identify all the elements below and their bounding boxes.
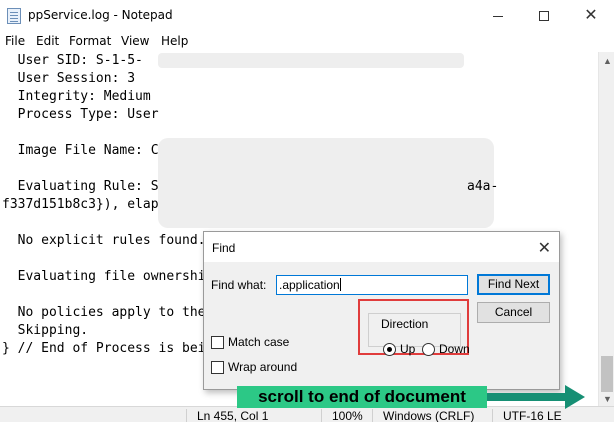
minimize-icon bbox=[493, 15, 503, 17]
text-line: No policies apply to the bbox=[2, 305, 206, 320]
text-line: User Session: 3 bbox=[2, 71, 136, 86]
redacted-region bbox=[158, 53, 464, 68]
status-zoom: 100% bbox=[321, 409, 363, 422]
notepad-icon bbox=[7, 8, 21, 24]
text-line-fragment: a4a- bbox=[467, 179, 499, 194]
cancel-button[interactable]: Cancel bbox=[477, 302, 550, 323]
maximize-icon bbox=[539, 11, 549, 21]
wrap-around-label[interactable]: Wrap around bbox=[228, 360, 297, 374]
scroll-up-icon[interactable]: ▲ bbox=[603, 56, 612, 66]
scroll-down-icon[interactable]: ▼ bbox=[603, 394, 612, 404]
text-line: } // End of Process is bei bbox=[2, 341, 206, 356]
text-caret bbox=[339, 278, 341, 291]
direction-down-label[interactable]: Down bbox=[439, 342, 470, 356]
find-dialog-title: Find bbox=[212, 241, 236, 255]
direction-highlight-box: Direction Up Down bbox=[358, 299, 470, 356]
direction-down-radio[interactable] bbox=[422, 343, 435, 356]
maximize-button[interactable] bbox=[521, 0, 567, 32]
wrap-around-checkbox[interactable] bbox=[211, 361, 224, 374]
annotation-arrow-shaft bbox=[487, 393, 567, 401]
menu-format[interactable]: Format bbox=[69, 34, 111, 48]
status-encoding: UTF-16 LE bbox=[492, 409, 562, 422]
match-case-checkbox[interactable] bbox=[211, 336, 224, 349]
title-bar: ppService.log - Notepad ✕ bbox=[0, 0, 614, 32]
text-line: Image File Name: C bbox=[2, 143, 159, 158]
menu-file[interactable]: File bbox=[5, 34, 25, 48]
find-next-button[interactable]: Find Next bbox=[477, 274, 550, 295]
direction-label: Direction bbox=[379, 317, 431, 331]
direction-up-radio[interactable] bbox=[383, 343, 396, 356]
window-title: ppService.log - Notepad bbox=[28, 8, 173, 22]
scrollbar-thumb[interactable] bbox=[601, 356, 613, 392]
annotation-label: scroll to end of document bbox=[237, 386, 487, 408]
menu-view[interactable]: View bbox=[121, 34, 149, 48]
text-line: User SID: S-1-5- bbox=[2, 53, 143, 68]
status-bar: Ln 455, Col 1 100% Windows (CRLF) UTF-16… bbox=[0, 406, 614, 422]
find-what-input[interactable]: .application bbox=[276, 275, 468, 295]
find-what-value: .application bbox=[279, 278, 340, 292]
vertical-scrollbar[interactable]: ▲ ▼ bbox=[598, 52, 614, 406]
text-line: Evaluating file ownershi bbox=[2, 269, 206, 284]
find-dialog: Find ✕ Find what: .application Find Next… bbox=[203, 231, 560, 390]
status-position: Ln 455, Col 1 bbox=[186, 409, 268, 422]
find-dialog-titlebar: Find ✕ bbox=[204, 232, 559, 262]
close-button[interactable]: ✕ bbox=[568, 0, 614, 32]
minimize-button[interactable] bbox=[475, 0, 521, 32]
annotation-arrow-icon bbox=[565, 385, 585, 409]
status-line-ending: Windows (CRLF) bbox=[372, 409, 474, 422]
text-line: Process Type: User bbox=[2, 107, 159, 122]
find-what-label: Find what: bbox=[211, 278, 267, 292]
redacted-region bbox=[158, 138, 494, 228]
direction-up-label[interactable]: Up bbox=[400, 342, 415, 356]
text-line: Evaluating Rule: S bbox=[2, 179, 159, 194]
find-close-icon[interactable]: ✕ bbox=[538, 238, 551, 258]
text-line: Integrity: Medium bbox=[2, 89, 151, 104]
direction-group: Direction Up Down bbox=[368, 313, 470, 356]
match-case-label[interactable]: Match case bbox=[228, 335, 289, 349]
menu-help[interactable]: Help bbox=[161, 34, 188, 48]
menu-edit[interactable]: Edit bbox=[36, 34, 59, 48]
text-line: No explicit rules found. bbox=[2, 233, 206, 248]
menu-bar: File Edit Format View Help bbox=[0, 32, 614, 52]
text-line: Skipping. bbox=[2, 323, 89, 338]
text-line: f337d151b8c3}), elap bbox=[2, 197, 159, 212]
close-icon: ✕ bbox=[584, 7, 598, 24]
